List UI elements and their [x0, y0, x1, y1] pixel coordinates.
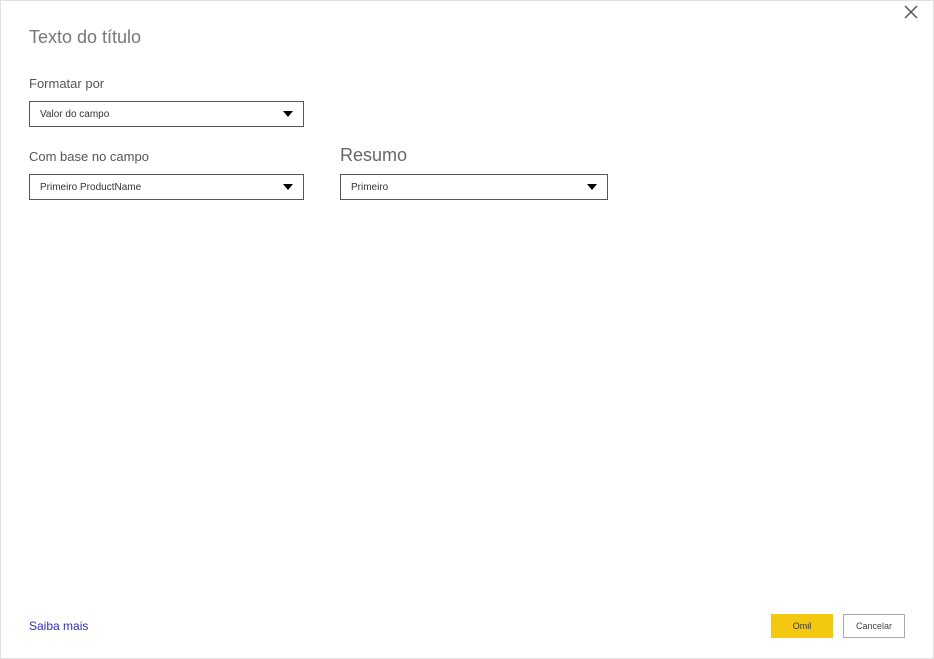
dialog-title: Texto do título [29, 27, 905, 48]
cancel-button[interactable]: Cancelar [843, 614, 905, 638]
chevron-down-icon [587, 182, 597, 192]
learn-more-link[interactable]: Saiba mais [29, 619, 88, 633]
summary-value: Primeiro [351, 182, 587, 193]
format-by-label: Formatar por [29, 76, 304, 91]
chevron-down-icon [283, 109, 293, 119]
based-on-field-select[interactable]: Primeiro ProductName [29, 174, 304, 200]
group-summary: Resumo Primeiro [340, 145, 608, 200]
close-icon [904, 5, 918, 19]
summary-label: Resumo [340, 145, 608, 166]
spacer [29, 218, 905, 606]
close-button[interactable] [901, 5, 921, 25]
dialog-footer: Saiba mais Omil Cancelar [29, 606, 905, 638]
row-field-summary: Com base no campo Primeiro ProductName R… [29, 145, 905, 200]
ok-button[interactable]: Omil [771, 614, 833, 638]
based-on-field-value: Primeiro ProductName [40, 182, 283, 193]
format-by-select[interactable]: Valor do campo [29, 101, 304, 127]
format-by-value: Valor do campo [40, 109, 283, 120]
conditional-format-dialog: Texto do título Formatar por Valor do ca… [0, 0, 934, 659]
summary-select[interactable]: Primeiro [340, 174, 608, 200]
based-on-field-label: Com base no campo [29, 149, 304, 164]
footer-actions: Omil Cancelar [771, 614, 905, 638]
row-format-by: Formatar por Valor do campo [29, 76, 905, 127]
group-based-on-field: Com base no campo Primeiro ProductName [29, 149, 304, 200]
chevron-down-icon [283, 182, 293, 192]
group-format-by: Formatar por Valor do campo [29, 76, 304, 127]
